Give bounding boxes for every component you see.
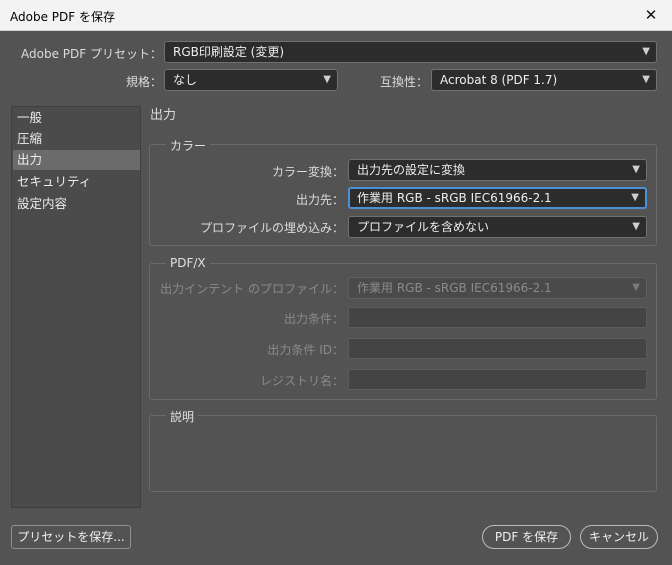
- profile-inclusion-value: プロファイルを含めない: [357, 220, 490, 234]
- compatibility-value: Acrobat 8 (PDF 1.7): [440, 73, 558, 87]
- destination-select[interactable]: 作業用 RGB - sRGB IEC61966-2.1 ▼: [348, 187, 647, 209]
- standard-select[interactable]: なし ▼: [164, 69, 338, 91]
- color-conversion-label: カラー変換：: [271, 165, 344, 179]
- sidebar-item-summary[interactable]: 設定内容: [13, 194, 140, 214]
- sidebar-item-compression[interactable]: 圧縮: [13, 129, 140, 149]
- color-conversion-select[interactable]: 出力先の設定に変換 ▼: [348, 159, 647, 181]
- destination-label: 出力先：: [295, 193, 344, 207]
- close-icon[interactable]: ✕: [640, 4, 662, 26]
- description-group-title: 説明: [166, 408, 199, 425]
- sidebar-item-output[interactable]: 出力: [13, 150, 140, 170]
- profile-inclusion-label: プロファイルの埋め込み：: [199, 221, 344, 235]
- chevron-down-icon: ▼: [632, 221, 640, 232]
- save-pdf-button[interactable]: PDF を保存: [482, 525, 571, 549]
- chevron-down-icon: ▼: [323, 74, 331, 85]
- chevron-down-icon: ▼: [632, 282, 640, 293]
- category-sidebar: 一般 圧縮 出力 セキュリティ 設定内容: [11, 106, 141, 508]
- chevron-down-icon: ▼: [642, 46, 650, 57]
- chevron-down-icon: ▼: [642, 74, 650, 85]
- registry-name-label: レジストリ名：: [259, 374, 344, 388]
- color-group-title: カラー: [166, 137, 211, 154]
- preset-value: RGB印刷設定 (変更): [173, 45, 285, 59]
- preset-select[interactable]: RGB印刷設定 (変更) ▼: [164, 41, 657, 63]
- output-condition-id-label: 出力条件 ID：: [267, 343, 344, 357]
- standard-value: なし: [173, 73, 198, 87]
- chevron-down-icon: ▼: [631, 192, 639, 203]
- title-bar: Adobe PDF を保存 ✕: [0, 0, 672, 31]
- output-condition-id-field[interactable]: [348, 338, 647, 359]
- description-group: [149, 415, 657, 492]
- window-title: Adobe PDF を保存: [10, 10, 115, 24]
- cancel-button[interactable]: キャンセル: [580, 525, 658, 549]
- pdfx-group-title: PDF/X: [166, 256, 210, 270]
- registry-name-field[interactable]: [348, 369, 647, 390]
- output-condition-label: 出力条件：: [283, 312, 344, 326]
- output-intent-select[interactable]: 作業用 RGB - sRGB IEC61966-2.1 ▼: [348, 277, 647, 299]
- output-intent-value: 作業用 RGB - sRGB IEC61966-2.1: [357, 281, 552, 295]
- chevron-down-icon: ▼: [632, 164, 640, 175]
- sidebar-item-security[interactable]: セキュリティ: [13, 172, 140, 192]
- compatibility-label: 互換性：: [379, 75, 428, 89]
- destination-value: 作業用 RGB - sRGB IEC61966-2.1: [357, 191, 552, 205]
- sidebar-item-general[interactable]: 一般: [13, 108, 140, 128]
- output-intent-label: 出力インテント のプロファイル：: [160, 282, 344, 296]
- compatibility-select[interactable]: Acrobat 8 (PDF 1.7) ▼: [431, 69, 657, 91]
- save-preset-button[interactable]: プリセットを保存...: [11, 525, 131, 549]
- output-condition-field[interactable]: [348, 307, 647, 328]
- panel-heading: 出力: [150, 108, 177, 123]
- color-conversion-value: 出力先の設定に変換: [357, 163, 466, 177]
- profile-inclusion-select[interactable]: プロファイルを含めない ▼: [348, 216, 647, 238]
- standard-label: 規格：: [125, 75, 162, 89]
- preset-label: Adobe PDF プリセット：: [21, 47, 162, 61]
